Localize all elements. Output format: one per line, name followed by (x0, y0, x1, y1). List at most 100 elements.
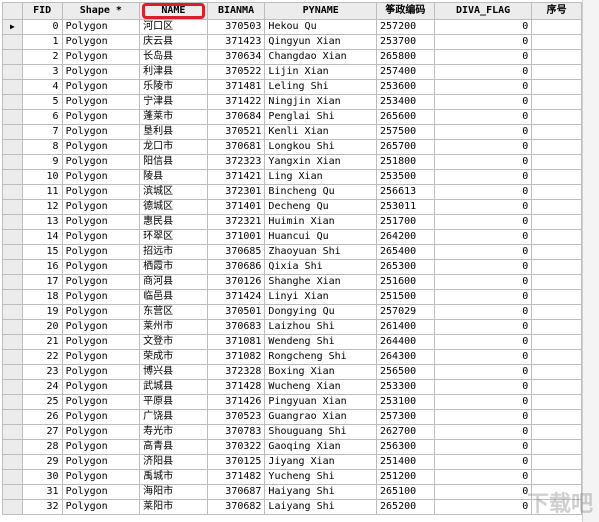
row-selector[interactable] (2, 169, 23, 185)
row-selector[interactable] (2, 139, 23, 155)
table-row[interactable]: 2 Polygon 长岛县 370634 Changdao Xian 265800 0 (2, 49, 582, 65)
row-selector[interactable] (2, 289, 23, 305)
column-header-bianma[interactable]: BIANMA (206, 2, 266, 20)
row-selector[interactable] (2, 274, 23, 290)
row-selector[interactable] (2, 364, 23, 380)
row-selector[interactable] (2, 394, 23, 410)
row-selector[interactable] (2, 484, 23, 500)
table-row[interactable]: 21 Polygon 文登市 371081 Wendeng Shi 264400 0 (2, 334, 582, 350)
row-selector[interactable] (2, 184, 23, 200)
row-selector[interactable] (2, 454, 23, 470)
row-selector[interactable] (2, 109, 23, 125)
table-row[interactable]: 17 Polygon 商河县 370126 Shanghe Xian 251600 0 (2, 274, 582, 290)
table-row[interactable]: 1 Polygon 庆云县 371423 Qingyun Xian 253700 0 (2, 34, 582, 50)
row-selector[interactable] (2, 304, 23, 320)
table-row[interactable]: 10 Polygon 陵县 371421 Ling Xian 253500 0 (2, 169, 582, 185)
table-row[interactable]: 22 Polygon 荣成市 371082 Rongcheng Shi 264300 0 (2, 349, 582, 365)
cell-fid: 32 (21, 499, 63, 515)
cell-index (531, 409, 582, 425)
table-row[interactable]: 31 Polygon 海阳市 370687 Haiyang Shi 265100 0 (2, 484, 582, 500)
table-row[interactable]: 24 Polygon 武城县 371428 Wucheng Xian 253300 0 (2, 379, 582, 395)
table-row[interactable]: 32 Polygon 莱阳市 370682 Laiyang Shi 265200 0 (2, 499, 582, 515)
cell-index (531, 214, 582, 230)
row-selector-header[interactable] (2, 2, 23, 20)
cell-diva-flag: 0 (433, 49, 533, 65)
row-selector[interactable] (2, 349, 23, 365)
cell-shape: Polygon (61, 19, 141, 35)
table-row[interactable]: 4 Polygon 乐陵市 371481 Leling Shi 253600 0 (2, 79, 582, 95)
table-row[interactable]: 16 Polygon 栖霞市 370686 Qixia Shi 265300 0 (2, 259, 582, 275)
table-row[interactable]: 19 Polygon 东营区 370501 Dongying Qu 257029 0 (2, 304, 582, 320)
cell-bianma: 371081 (206, 334, 266, 350)
column-header-pyname[interactable]: PYNAME (264, 2, 378, 20)
cell-name: 蓬莱市 (139, 109, 208, 125)
row-selector[interactable] (2, 79, 23, 95)
table-row[interactable]: 6 Polygon 蓬莱市 370684 Penglai Shi 265600 0 (2, 109, 582, 125)
column-header-name[interactable]: NAME (139, 2, 208, 20)
table-row[interactable]: 29 Polygon 济阳县 370125 Jiyang Xian 251400 0 (2, 454, 582, 470)
row-selector[interactable] (2, 94, 23, 110)
cell-name: 商河县 (139, 274, 208, 290)
row-selector[interactable] (2, 124, 23, 140)
row-selector[interactable] (2, 439, 23, 455)
row-selector[interactable] (2, 319, 23, 335)
table-row[interactable]: 9 Polygon 阳信县 372323 Yangxin Xian 251800 0 (2, 154, 582, 170)
table-row[interactable]: 14 Polygon 环翠区 371001 Huancui Qu 264200 0 (2, 229, 582, 245)
table-row[interactable]: 13 Polygon 惠民县 372321 Huimin Xian 251700 0 (2, 214, 582, 230)
cell-name: 栖霞市 (139, 259, 208, 275)
table-row[interactable]: 15 Polygon 招远市 370685 Zhaoyuan Shi 265400 0 (2, 244, 582, 260)
row-selector[interactable] (2, 154, 23, 170)
row-selector[interactable] (2, 469, 23, 485)
cell-index (531, 334, 582, 350)
column-header-fid[interactable]: FID (21, 2, 63, 20)
cell-bianma: 370634 (206, 49, 266, 65)
cell-diva-flag: 0 (433, 259, 533, 275)
table-row[interactable]: 18 Polygon 临邑县 371424 Linyi Xian 251500 0 (2, 289, 582, 305)
row-selector[interactable] (2, 244, 23, 260)
cell-shape: Polygon (61, 469, 141, 485)
row-selector[interactable]: ▶ (2, 19, 23, 35)
column-header-diva-flag[interactable]: DIVA_FLAG (433, 2, 533, 20)
table-row[interactable]: 26 Polygon 广饶县 370523 Guangrao Xian 257300 0 (2, 409, 582, 425)
table-row[interactable]: 12 Polygon 德城区 371401 Decheng Qu 253011 0 (2, 199, 582, 215)
table-row[interactable]: 20 Polygon 莱州市 370683 Laizhou Shi 261400 0 (2, 319, 582, 335)
table-row[interactable]: 25 Polygon 平原县 371426 Pingyuan Xian 253100 0 (2, 394, 582, 410)
row-selector[interactable] (2, 64, 23, 80)
cell-shape: Polygon (61, 454, 141, 470)
cell-diva-flag: 0 (433, 409, 533, 425)
row-selector[interactable] (2, 334, 23, 350)
cell-index (531, 184, 582, 200)
cell-diva-flag: 0 (433, 109, 533, 125)
column-header-postal-code[interactable]: 筝政编码 (376, 2, 435, 20)
cell-fid: 13 (21, 214, 63, 230)
cell-postal-code: 265700 (376, 139, 435, 155)
row-selector[interactable] (2, 424, 23, 440)
row-selector[interactable] (2, 49, 23, 65)
row-selector[interactable] (2, 199, 23, 215)
cell-postal-code: 265300 (376, 259, 435, 275)
cell-postal-code: 265800 (376, 49, 435, 65)
column-header-shape[interactable]: Shape * (61, 2, 141, 20)
table-row[interactable]: 30 Polygon 禹城市 371482 Yucheng Shi 251200 0 (2, 469, 582, 485)
vertical-scrollbar[interactable] (582, 0, 599, 522)
row-selector[interactable] (2, 229, 23, 245)
row-selector[interactable] (2, 409, 23, 425)
table-row[interactable]: 11 Polygon 滨城区 372301 Bincheng Qu 256613 0 (2, 184, 582, 200)
table-row[interactable]: 27 Polygon 寿光市 370783 Shouguang Shi 262700 0 (2, 424, 582, 440)
row-selector[interactable] (2, 34, 23, 50)
cell-bianma: 370685 (206, 244, 266, 260)
table-row[interactable]: 28 Polygon 高青县 370322 Gaoqing Xian 256300 0 (2, 439, 582, 455)
table-row[interactable]: 5 Polygon 宁津县 371422 Ningjin Xian 253400 0 (2, 94, 582, 110)
table-row[interactable]: 8 Polygon 龙口市 370681 Longkou Shi 265700 0 (2, 139, 582, 155)
table-row[interactable]: 23 Polygon 博兴县 372328 Boxing Xian 256500 0 (2, 364, 582, 380)
table-row[interactable]: ▶ 0 Polygon 河口区 370503 Hekou Qu 257200 0 (2, 19, 582, 35)
table-row[interactable]: 7 Polygon 垦利县 370521 Kenli Xian 257500 0 (2, 124, 582, 140)
row-selector[interactable] (2, 259, 23, 275)
cell-bianma: 370522 (206, 64, 266, 80)
column-header-index[interactable]: 序号 (531, 2, 582, 20)
row-selector[interactable] (2, 499, 23, 515)
row-selector[interactable] (2, 379, 23, 395)
table-row[interactable]: 3 Polygon 利津县 370522 Lijin Xian 257400 0 (2, 64, 582, 80)
cell-fid: 24 (21, 379, 63, 395)
row-selector[interactable] (2, 214, 23, 230)
